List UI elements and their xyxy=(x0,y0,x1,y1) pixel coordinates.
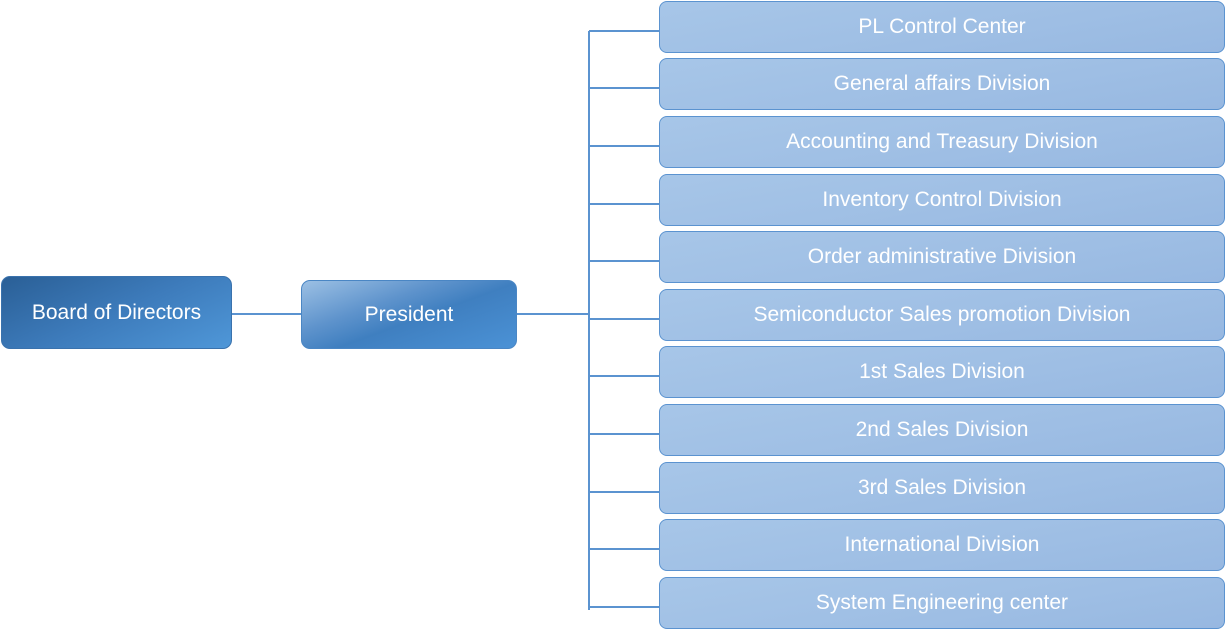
division-node: Semiconductor Sales promotion Division xyxy=(659,289,1225,341)
division-label: General affairs Division xyxy=(833,72,1051,95)
division-label: 3rd Sales Division xyxy=(857,476,1027,499)
division-label: 1st Sales Division xyxy=(859,360,1025,383)
president-node: President xyxy=(301,280,517,349)
division-node: Accounting and Treasury Division xyxy=(659,116,1225,168)
division-node: Inventory Control Division xyxy=(659,174,1225,226)
division-label: System Engineering center xyxy=(815,591,1069,614)
division-node: General affairs Division xyxy=(659,58,1225,110)
division-label: 2nd Sales Division xyxy=(855,418,1029,441)
division-label: Semiconductor Sales promotion Division xyxy=(753,303,1131,326)
board-of-directors-node: Board of Directors xyxy=(1,276,232,349)
division-label: Inventory Control Division xyxy=(822,188,1062,211)
division-node: 3rd Sales Division xyxy=(659,462,1225,514)
division-label: Order administrative Division xyxy=(807,245,1077,268)
division-node: PL Control Center xyxy=(659,1,1225,53)
president-label: President xyxy=(364,302,454,326)
board-of-directors-label: Board of Directors xyxy=(31,300,202,324)
division-node: Order administrative Division xyxy=(659,231,1225,283)
division-node: 2nd Sales Division xyxy=(659,404,1225,456)
division-label: International Division xyxy=(844,533,1040,556)
division-node: International Division xyxy=(659,519,1225,571)
division-node: 1st Sales Division xyxy=(659,346,1225,398)
division-node: System Engineering center xyxy=(659,577,1225,629)
division-label: PL Control Center xyxy=(858,15,1026,38)
division-label: Accounting and Treasury Division xyxy=(786,130,1098,153)
